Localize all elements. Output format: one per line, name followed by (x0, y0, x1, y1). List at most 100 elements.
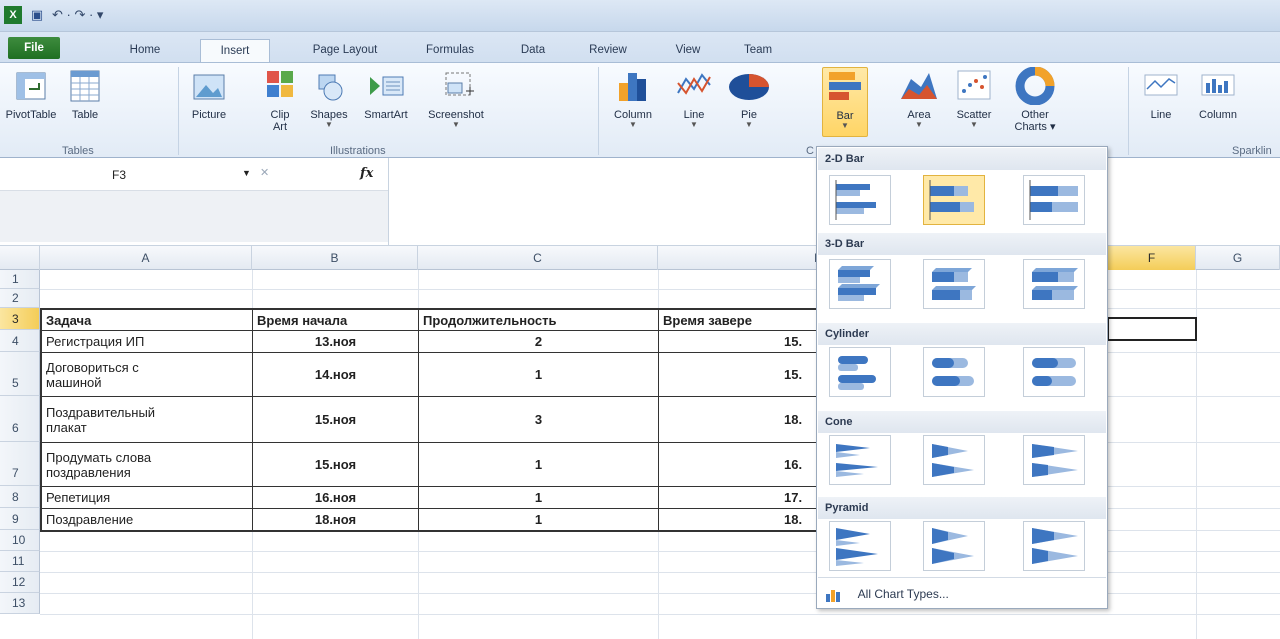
row-header-12[interactable]: 12 (0, 572, 40, 593)
3d-100-stacked-bar-option[interactable] (1023, 259, 1085, 309)
cell-start[interactable]: 14.ноя (253, 353, 418, 396)
stacked-bar-option[interactable] (923, 175, 985, 225)
cell-end[interactable]: 17. (780, 487, 820, 508)
gridline (1108, 442, 1280, 443)
cell-task[interactable]: Поздравительный плакат (42, 397, 252, 442)
cell-duration[interactable]: 2 (419, 331, 658, 352)
section-3d-bar: 3-D Bar (818, 233, 1106, 255)
100-stacked-pyramid-option[interactable] (1023, 521, 1085, 571)
tab-insert[interactable]: Insert (200, 39, 270, 63)
row-header-8[interactable]: 8 (0, 486, 40, 508)
cell-task[interactable]: Поздравление (42, 509, 252, 530)
cell-duration[interactable]: 1 (419, 509, 658, 530)
cell-end[interactable]: 18. (780, 509, 820, 530)
screenshot-button[interactable]: Screenshot ▼ (418, 67, 494, 137)
column-chart-button[interactable]: Column ▼ (604, 67, 662, 137)
column-header-g[interactable]: G (1196, 246, 1280, 270)
table-button[interactable]: Table (60, 67, 110, 137)
clustered-pyramid-option[interactable] (829, 521, 891, 571)
area-chart-button[interactable]: Area ▼ (896, 67, 942, 137)
cell-duration[interactable]: 1 (419, 443, 658, 486)
scatter-chart-button[interactable]: Scatter ▼ (948, 67, 1000, 137)
cell-duration[interactable]: 3 (419, 397, 658, 442)
cell-header-task[interactable]: Задача (42, 310, 252, 330)
name-box-dropdown-icon[interactable]: ▼ (242, 168, 251, 178)
cell-start[interactable]: 15.ноя (253, 443, 418, 486)
shapes-button[interactable]: Shapes ▼ (304, 67, 354, 137)
name-box[interactable]: F3 (0, 164, 238, 186)
cell-task[interactable]: Договориться с машиной (42, 353, 252, 396)
row-header-1[interactable]: 1 (0, 270, 40, 289)
insert-function-icon[interactable]: fx (360, 166, 373, 181)
cell-end[interactable]: 15. (780, 331, 820, 352)
picture-button[interactable]: Picture (184, 67, 234, 137)
all-chart-types-button[interactable]: All Chart Types... (825, 583, 949, 605)
cell-header-duration[interactable]: Продолжительность (419, 310, 658, 330)
column-header-c[interactable]: C (418, 246, 658, 270)
tab-home[interactable]: Home (110, 39, 180, 62)
cell-end[interactable]: 16. (780, 443, 820, 486)
cell-start[interactable]: 13.ноя (253, 331, 418, 352)
row-header-4[interactable]: 4 (0, 330, 40, 352)
cell-end[interactable]: 18. (780, 397, 820, 442)
tab-page-layout[interactable]: Page Layout (300, 39, 390, 62)
sparkline-line-button[interactable]: Line (1136, 67, 1186, 137)
column-header-b[interactable]: B (252, 246, 418, 270)
group-separator (1128, 67, 1129, 155)
cancel-icon[interactable]: ✕ (260, 166, 269, 179)
tab-data[interactable]: Data (508, 39, 558, 62)
3d-clustered-bar-option[interactable] (829, 259, 891, 309)
tab-review[interactable]: Review (568, 39, 648, 62)
100-stacked-bar-option[interactable] (1023, 175, 1085, 225)
line-chart-button[interactable]: Line ▼ (668, 67, 720, 137)
clip-art-button[interactable]: Clip Art (262, 67, 298, 137)
clustered-bar-option[interactable] (829, 175, 891, 225)
select-all-corner[interactable] (0, 246, 40, 270)
bar-chart-button[interactable]: Bar ▼ (822, 67, 868, 137)
3d-stacked-bar-option[interactable] (923, 259, 985, 309)
row-header-9[interactable]: 9 (0, 508, 40, 530)
column-header-f[interactable]: F (1108, 246, 1196, 270)
100-stacked-cylinder-option[interactable] (1023, 347, 1085, 397)
selected-cell-f3[interactable] (1107, 317, 1197, 341)
column-header-a[interactable]: A (40, 246, 252, 270)
stacked-pyramid-option[interactable] (923, 521, 985, 571)
save-icon[interactable]: ▣ (28, 6, 46, 24)
clustered-cylinder-option[interactable] (829, 347, 891, 397)
cell-end[interactable]: 15. (780, 353, 820, 396)
cell-header-end[interactable]: Время заверe (659, 310, 815, 330)
cell-task[interactable]: Репетиция (42, 487, 252, 508)
other-charts-button[interactable]: Other Charts ▾ (1004, 67, 1066, 137)
row-header-6[interactable]: 6 (0, 396, 40, 442)
cell-header-start[interactable]: Время начала (253, 310, 418, 330)
dropdown-arrow-icon: ▼ (629, 120, 637, 129)
tab-file[interactable]: File (8, 37, 60, 59)
row-header-10[interactable]: 10 (0, 530, 40, 551)
row-header-7[interactable]: 7 (0, 442, 40, 486)
stacked-cone-option[interactable] (923, 435, 985, 485)
100-stacked-cone-option[interactable] (1023, 435, 1085, 485)
pie-chart-button[interactable]: Pie ▼ (722, 67, 776, 137)
row-header-11[interactable]: 11 (0, 551, 40, 572)
sparkline-column-button[interactable]: Column (1188, 67, 1248, 137)
quick-access-toolbar[interactable]: ↶ · ↷ · ▾ (52, 6, 172, 24)
tab-formulas[interactable]: Formulas (410, 39, 490, 62)
clustered-cone-option[interactable] (829, 435, 891, 485)
row-header-2[interactable]: 2 (0, 289, 40, 308)
cell-task[interactable]: Продумать слова поздравления (42, 443, 252, 486)
cell-duration[interactable]: 1 (419, 353, 658, 396)
cell-duration[interactable]: 1 (419, 487, 658, 508)
cell-start[interactable]: 15.ноя (253, 397, 418, 442)
smartart-button[interactable]: SmartArt (356, 67, 416, 137)
cell-start[interactable]: 16.ноя (253, 487, 418, 508)
stacked-cylinder-option[interactable] (923, 347, 985, 397)
row-header-13[interactable]: 13 (0, 593, 40, 614)
tab-view[interactable]: View (658, 39, 718, 62)
tab-team[interactable]: Team (728, 39, 788, 62)
row-header-5[interactable]: 5 (0, 352, 40, 396)
group-label-illustrations: Illustrations (330, 145, 386, 157)
cell-start[interactable]: 18.ноя (253, 509, 418, 530)
row-header-3[interactable]: 3 (0, 308, 40, 330)
cell-task[interactable]: Регистрация ИП (42, 331, 252, 352)
pivottable-button[interactable]: PivotTable (4, 67, 58, 137)
